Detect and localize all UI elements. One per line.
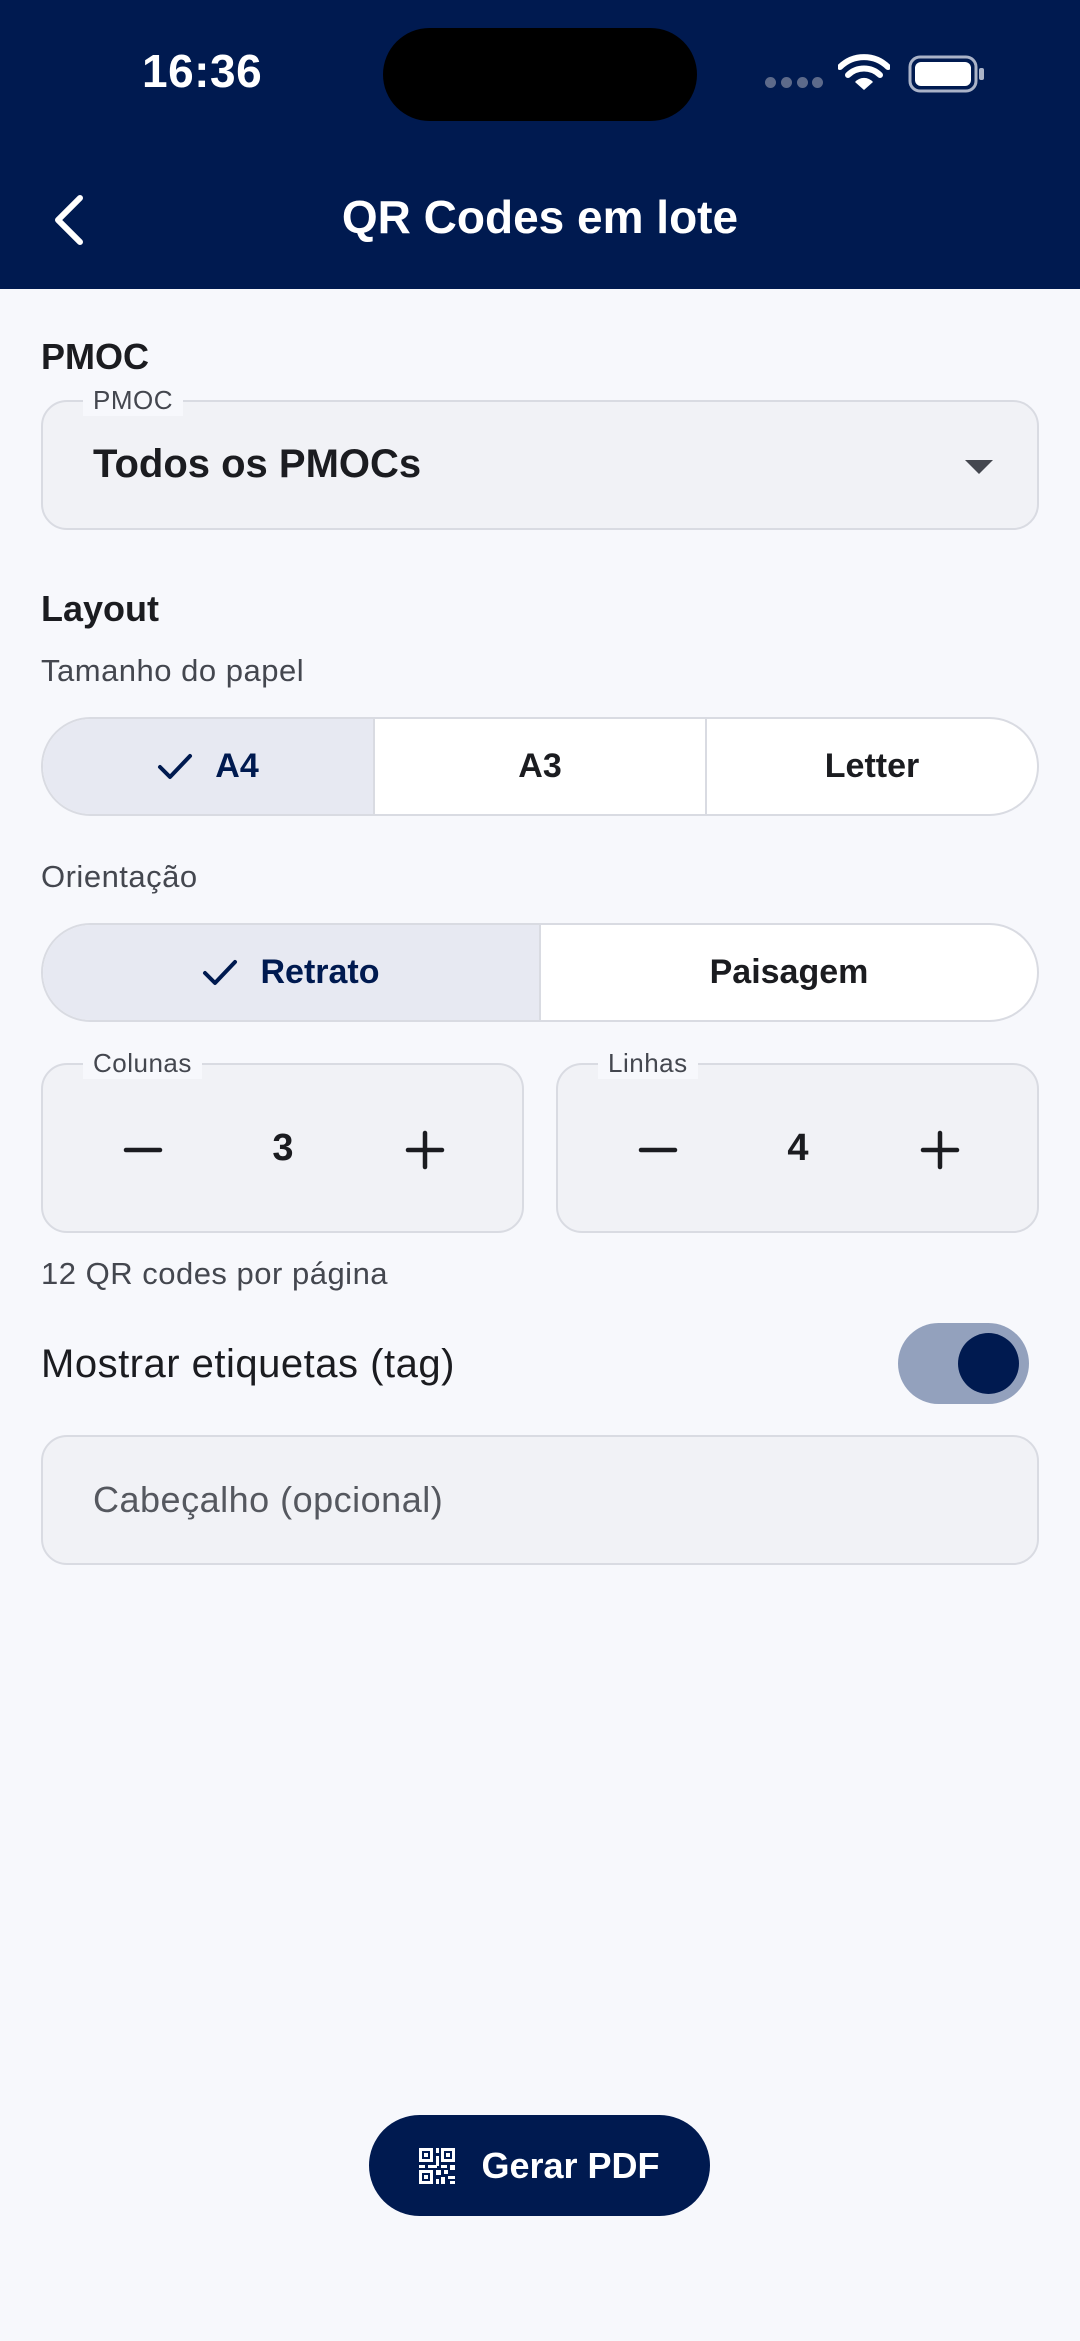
paper-size-segmented: A4 A3 Letter [41,717,1039,816]
orientation-segmented: Retrato Paisagem [41,923,1039,1022]
wifi-icon [838,54,890,90]
columns-increment-button[interactable] [390,1115,460,1185]
columns-value: 3 [272,1127,294,1169]
status-time: 16:36 [142,45,263,97]
app-bar: 16:36 QR Codes em lote [0,0,1080,289]
generate-pdf-button[interactable]: Gerar PDF [369,2115,710,2216]
paper-size-option-a3[interactable]: A3 [375,719,707,814]
qr-per-page-text: 12 QR codes por página [41,1256,389,1291]
columns-decrement-button[interactable] [108,1115,178,1185]
pmoc-select-label: PMOC [83,384,183,416]
orientation-option-label: Retrato [260,953,380,991]
orientation-option-label: Paisagem [709,953,869,991]
paper-size-option-letter[interactable]: Letter [707,719,1037,814]
rows-stepper-label: Linhas [598,1047,698,1079]
check-icon [158,753,193,779]
paper-size-option-label: A4 [215,747,259,785]
columns-stepper-label: Colunas [83,1047,202,1079]
header-input[interactable] [41,1435,1039,1565]
paper-size-option-label: A3 [518,747,562,785]
dropdown-arrow-icon [965,460,993,474]
qr-code-icon [419,2147,456,2184]
pmoc-select[interactable]: PMOC Todos os PMOCs [41,384,1039,530]
pmoc-section-title: PMOC [41,336,149,377]
paper-size-option-a4[interactable]: A4 [43,719,375,814]
paper-size-label: Tamanho do papel [41,653,305,688]
plus-icon [405,1130,445,1170]
minus-icon [123,1147,163,1153]
cellular-signal-icon [765,77,823,89]
rows-decrement-button[interactable] [623,1115,693,1185]
minus-icon [638,1147,678,1153]
rows-increment-button[interactable] [905,1115,975,1185]
plus-icon [920,1130,960,1170]
orientation-label: Orientação [41,859,198,894]
rows-value: 4 [787,1127,809,1169]
check-icon [203,959,238,985]
generate-pdf-label: Gerar PDF [481,2144,660,2186]
layout-section-title: Layout [41,588,160,629]
rows-stepper: Linhas 4 [556,1047,1039,1233]
show-tags-toggle[interactable] [898,1323,1029,1404]
dynamic-island [383,28,697,121]
paper-size-option-label: Letter [824,747,920,785]
page-title: QR Codes em lote [341,191,739,243]
show-tags-label: Mostrar etiquetas (tag) [41,1342,455,1386]
battery-icon [908,55,984,93]
orientation-option-landscape[interactable]: Paisagem [541,925,1037,1020]
columns-stepper: Colunas 3 [41,1047,524,1233]
toggle-knob [958,1333,1019,1394]
pmoc-select-value: Todos os PMOCs [93,442,422,486]
orientation-option-portrait[interactable]: Retrato [43,925,541,1020]
